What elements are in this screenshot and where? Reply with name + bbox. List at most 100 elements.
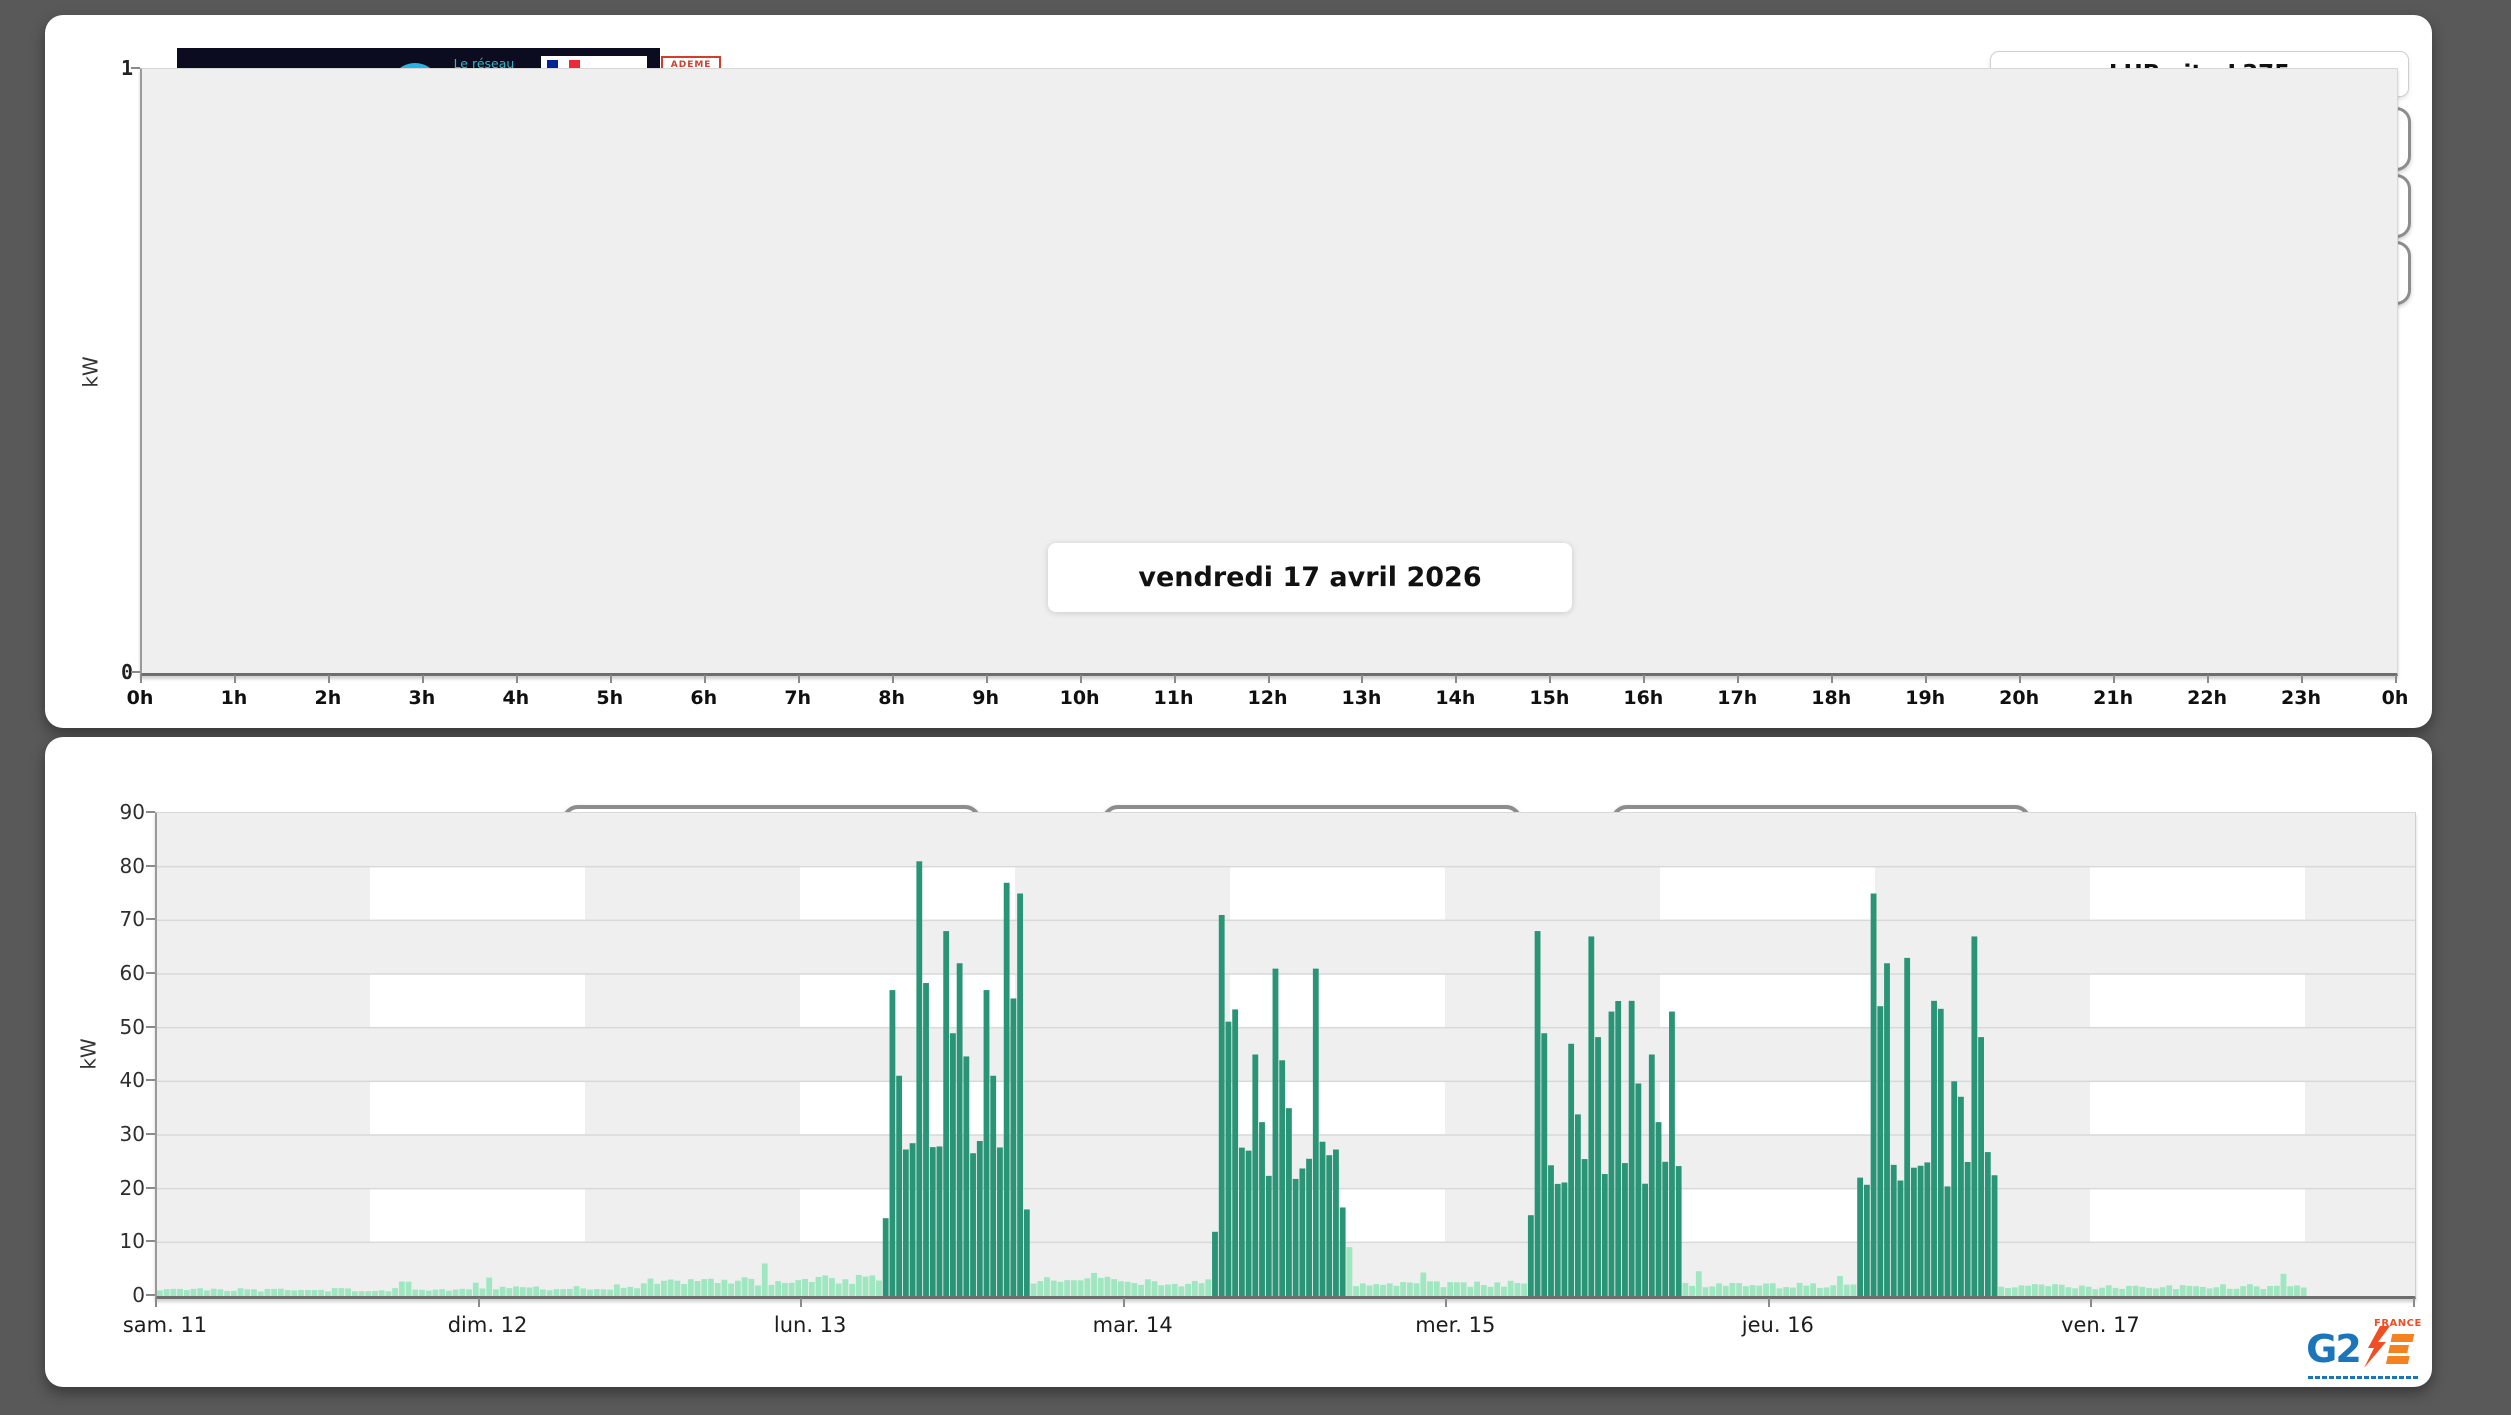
x-tick-mark bbox=[515, 675, 518, 683]
week-chart-plot-area bbox=[155, 812, 2416, 1299]
x-tick-label: 21h bbox=[2093, 687, 2134, 709]
x-tick-label: 4h bbox=[502, 687, 530, 709]
x-tick-mark bbox=[1361, 675, 1364, 683]
g2e-bolt-icon bbox=[2363, 1326, 2415, 1368]
x-tick-label: 13h bbox=[1341, 687, 1382, 709]
x-tick-mark bbox=[2019, 675, 2022, 683]
x-tick-label: lun. 13 bbox=[773, 1313, 847, 1337]
y-tick-label: 90 bbox=[119, 800, 145, 824]
y-tick-mark bbox=[146, 811, 155, 813]
x-tick-label: 1h bbox=[220, 687, 248, 709]
x-tick-mark bbox=[800, 1298, 803, 1307]
y-tick-label: 20 bbox=[119, 1175, 145, 1200]
y-tick-mark bbox=[131, 671, 140, 673]
x-tick-mark bbox=[1831, 675, 1834, 683]
x-tick-mark bbox=[2301, 675, 2304, 683]
x-tick-mark bbox=[1455, 675, 1458, 683]
x-tick-label: 15h bbox=[1529, 687, 1570, 709]
x-tick-label: 20h bbox=[1999, 687, 2040, 709]
x-tick-label: 5h bbox=[596, 687, 624, 709]
x-tick-mark bbox=[140, 675, 142, 683]
y-tick-label: 80 bbox=[119, 853, 145, 878]
x-tick-mark bbox=[1549, 675, 1552, 683]
x-tick-mark bbox=[2413, 1298, 2415, 1307]
x-tick-label: 9h bbox=[972, 687, 999, 709]
x-tick-label: 8h bbox=[878, 687, 906, 709]
x-tick-mark bbox=[985, 675, 988, 683]
g2e-tagline-line bbox=[2308, 1376, 2421, 1379]
g2e-logo-text: G2 bbox=[2306, 1327, 2362, 1371]
x-tick-label: mer. 15 bbox=[1415, 1313, 1496, 1337]
y-tick-mark bbox=[146, 1133, 155, 1135]
x-tick-label: 6h bbox=[690, 687, 718, 709]
consumption-bars-chart bbox=[157, 861, 2415, 1296]
y-tick-mark bbox=[146, 1079, 155, 1082]
x-tick-label: 23h bbox=[2281, 687, 2322, 709]
selected-date-label: vendredi 17 avril 2026 bbox=[1048, 543, 1572, 612]
x-tick-label: ven. 17 bbox=[2061, 1313, 2140, 1337]
y-tick-label: 50 bbox=[119, 1014, 145, 1039]
x-tick-mark bbox=[1445, 1298, 1448, 1307]
x-tick-mark bbox=[233, 675, 236, 683]
ecowatt-dashboard: écowatt Rte Le réseau de transport d'éle… bbox=[0, 0, 2511, 1415]
x-tick-label: 12h bbox=[1247, 687, 1288, 709]
x-tick-mark bbox=[155, 1298, 157, 1307]
y-tick-label: 1 bbox=[120, 56, 133, 80]
x-tick-label: 18h bbox=[1811, 687, 1852, 709]
x-tick-mark bbox=[703, 675, 706, 683]
x-tick-mark bbox=[1767, 1298, 1770, 1307]
x-tick-mark bbox=[1079, 675, 1082, 683]
y-tick-mark bbox=[146, 918, 155, 921]
x-tick-mark bbox=[891, 675, 894, 683]
x-tick-label: sam. 11 bbox=[122, 1313, 208, 1337]
x-tick-mark bbox=[1925, 675, 1928, 683]
week-chart-y-axis-title: kW bbox=[76, 1038, 101, 1070]
x-tick-mark bbox=[2090, 1298, 2093, 1307]
y-tick-label: 70 bbox=[119, 907, 145, 932]
x-tick-label: 16h bbox=[1623, 687, 1664, 709]
y-tick-label: 60 bbox=[119, 961, 145, 985]
x-tick-mark bbox=[1643, 675, 1646, 683]
x-tick-mark bbox=[421, 675, 424, 683]
g2e-france-logo: G2 FRANCE bbox=[2297, 1318, 2427, 1379]
day-chart-panel: écowatt Rte Le réseau de transport d'éle… bbox=[45, 15, 2432, 728]
x-tick-mark bbox=[2113, 675, 2116, 683]
x-tick-label: 10h bbox=[1059, 687, 1100, 709]
base-consumption-bars bbox=[157, 1247, 2307, 1296]
day-chart-y-axis-title: kW bbox=[78, 356, 103, 388]
x-tick-mark bbox=[609, 675, 612, 683]
x-tick-label: 2h bbox=[314, 687, 342, 709]
y-tick-label: 0 bbox=[120, 660, 133, 684]
y-tick-mark bbox=[146, 1294, 155, 1296]
x-tick-label: 19h bbox=[1905, 687, 1946, 709]
x-tick-label: 3h bbox=[408, 687, 436, 709]
week-chart-panel: Consommation: 1 825 kWh P Max : 83 kW P … bbox=[45, 737, 2432, 1387]
y-tick-mark bbox=[146, 864, 155, 867]
x-tick-label: 0h bbox=[2381, 687, 2409, 709]
y-tick-mark bbox=[146, 1186, 155, 1189]
y-tick-label: 40 bbox=[119, 1068, 145, 1093]
x-tick-label: 11h bbox=[1153, 687, 1194, 709]
y-tick-mark bbox=[146, 1025, 155, 1028]
y-tick-label: 10 bbox=[119, 1229, 145, 1254]
x-tick-mark bbox=[1267, 675, 1270, 683]
y-tick-mark bbox=[146, 1240, 155, 1243]
selected-date-text: vendredi 17 avril 2026 bbox=[1138, 562, 1482, 593]
x-tick-label: 7h bbox=[784, 687, 812, 709]
x-tick-mark bbox=[2207, 675, 2210, 683]
x-tick-label: mar. 14 bbox=[1092, 1313, 1173, 1337]
y-tick-label: 30 bbox=[119, 1122, 145, 1146]
x-tick-mark bbox=[327, 675, 330, 683]
x-tick-mark bbox=[1737, 675, 1740, 683]
x-tick-label: 0h bbox=[126, 687, 154, 709]
x-tick-mark bbox=[2395, 675, 2397, 683]
x-tick-mark bbox=[1122, 1298, 1125, 1307]
x-tick-mark bbox=[477, 1298, 480, 1307]
x-tick-label: dim. 12 bbox=[447, 1313, 528, 1337]
y-tick-mark bbox=[146, 972, 155, 974]
x-tick-label: 17h bbox=[1717, 687, 1758, 709]
x-tick-label: 22h bbox=[2187, 687, 2228, 709]
x-tick-mark bbox=[797, 675, 800, 683]
g2e-france-label: FRANCE bbox=[2374, 1318, 2422, 1329]
y-tick-label: 0 bbox=[132, 1283, 145, 1307]
